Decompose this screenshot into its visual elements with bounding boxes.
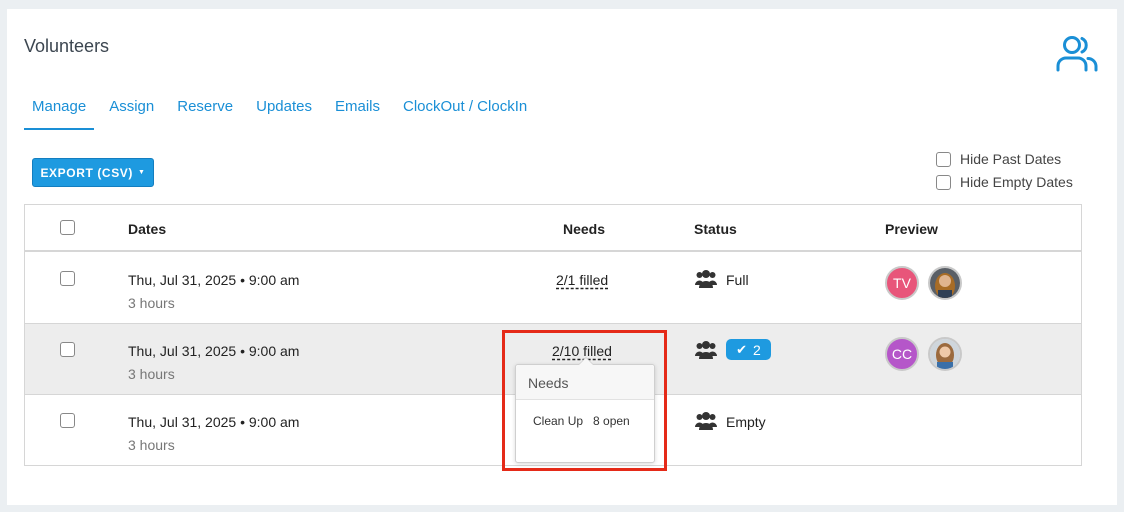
popover-need-item: Clean Up 8 open bbox=[516, 400, 654, 428]
hide-empty-checkbox[interactable] bbox=[936, 174, 951, 190]
group-icon bbox=[695, 412, 717, 430]
tab-bar: Manage Assign Reserve Updates Emails Clo… bbox=[24, 97, 542, 130]
group-icon bbox=[695, 270, 717, 288]
hide-empty-label: Hide Empty Dates bbox=[960, 174, 1073, 190]
export-label: EXPORT (CSV) bbox=[40, 165, 133, 180]
row-duration: 3 hours bbox=[128, 437, 175, 453]
row-date: Thu, Jul 31, 2025 • 9:00 am bbox=[128, 272, 300, 288]
tab-reserve[interactable]: Reserve bbox=[169, 97, 241, 130]
needs-popover: Needs Clean Up 8 open bbox=[515, 357, 655, 463]
avatar-photo[interactable] bbox=[928, 337, 962, 371]
header-preview: Preview bbox=[885, 221, 938, 237]
table-header: Dates Needs Status Preview bbox=[25, 205, 1081, 252]
avatar[interactable]: CC bbox=[885, 337, 919, 371]
page-title: Volunteers bbox=[24, 36, 110, 56]
avatar[interactable]: TV bbox=[885, 266, 919, 300]
header-needs: Needs bbox=[563, 221, 606, 237]
export-csv-button[interactable]: EXPORT (CSV) ▼ bbox=[32, 158, 154, 187]
hide-empty-filter[interactable]: Hide Empty Dates bbox=[936, 174, 1073, 190]
status-label: Full bbox=[726, 272, 749, 288]
check-icon: ✔ bbox=[736, 341, 748, 357]
need-open-count: 8 open bbox=[593, 414, 630, 428]
caret-down-icon: ▼ bbox=[138, 169, 146, 176]
header-status: Status bbox=[694, 221, 737, 237]
row-checkbox[interactable] bbox=[60, 271, 75, 286]
popover-arrow bbox=[578, 357, 594, 365]
popover-title: Needs bbox=[516, 365, 654, 400]
tab-assign[interactable]: Assign bbox=[101, 97, 162, 130]
needs-filled-link[interactable]: 2/1 filled bbox=[556, 272, 608, 288]
row-duration: 3 hours bbox=[128, 366, 175, 382]
people-outline-icon bbox=[1056, 36, 1098, 72]
row-checkbox[interactable] bbox=[60, 413, 75, 428]
avatar-photo[interactable] bbox=[928, 266, 962, 300]
hide-past-checkbox[interactable] bbox=[936, 151, 951, 167]
need-name: Clean Up bbox=[533, 414, 584, 428]
tab-clockout-clockin[interactable]: ClockOut / ClockIn bbox=[395, 97, 535, 130]
row-duration: 3 hours bbox=[128, 295, 175, 311]
group-icon bbox=[695, 341, 717, 359]
row-date: Thu, Jul 31, 2025 • 9:00 am bbox=[128, 343, 300, 359]
select-all-checkbox[interactable] bbox=[60, 220, 75, 235]
header-dates: Dates bbox=[128, 221, 167, 237]
hide-past-label: Hide Past Dates bbox=[960, 151, 1062, 167]
badge-count: 2 bbox=[753, 341, 761, 358]
tab-emails[interactable]: Emails bbox=[327, 97, 388, 130]
status-label: Empty bbox=[726, 414, 766, 430]
assigned-count-badge[interactable]: ✔ 2 bbox=[726, 339, 771, 360]
hide-past-filter[interactable]: Hide Past Dates bbox=[936, 151, 1061, 167]
table-row: Thu, Jul 31, 2025 • 9:00 am 3 hours 2/1 … bbox=[25, 253, 1081, 324]
tab-manage[interactable]: Manage bbox=[24, 97, 95, 130]
row-date: Thu, Jul 31, 2025 • 9:00 am bbox=[128, 414, 300, 430]
tab-updates[interactable]: Updates bbox=[248, 97, 320, 130]
row-checkbox[interactable] bbox=[60, 342, 75, 357]
